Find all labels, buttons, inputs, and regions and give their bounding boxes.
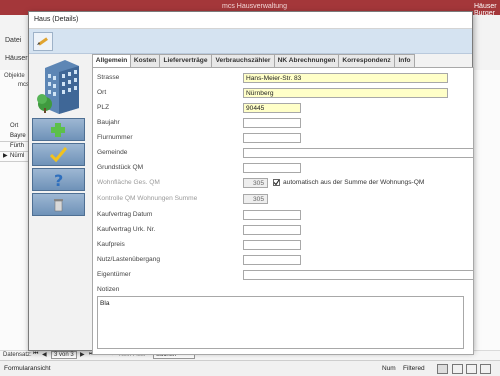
datasheet-view-icon[interactable] [452,364,463,374]
row-pointer-icon: ▶ [3,153,8,159]
label-kv-datum: Kaufvertrag Datum [97,211,153,218]
label-ort: Ort [97,89,107,96]
checkmark-icon [49,147,68,163]
label-baujahr: Baujahr [97,119,120,126]
dialog-toolbar [29,29,472,54]
checkmark-icon [273,179,280,186]
strasse-field[interactable]: Hans-Meier-Str. 83 [243,73,448,83]
nav-heading: Häuser [5,55,28,62]
gemeinde-field[interactable] [243,148,474,158]
status-num: Num [382,365,396,372]
ribbon-tab-file[interactable]: Datei [5,37,21,44]
tab-kosten[interactable]: Kosten [130,54,160,67]
design-view-icon[interactable] [480,364,491,374]
plz-field[interactable]: 90445 [243,103,301,113]
right-pane [470,70,500,350]
label-grundstueck: Grundstück QM [97,164,144,171]
tab-panel-allgemein: Strasse Hans-Meier-Str. 83 Ort Nürnberg … [92,67,474,355]
flurnummer-field[interactable] [243,133,301,143]
record-position[interactable]: 3 von 3 [51,351,77,359]
status-bar: Formularansicht Num Filtered [0,360,500,376]
ort-field[interactable]: Nürnberg [243,88,448,98]
layout-view-icon[interactable] [466,364,477,374]
eigentuemer-field[interactable] [243,270,474,280]
record-label: Datensatz: [3,352,32,358]
tab-nk-abrechnungen[interactable]: NK Abrechnungen [274,54,339,67]
label-flurnummer: Flurnummer [97,134,133,141]
dialog-title: Haus (Details) [34,16,79,23]
label-wohnflaeche: Wohnfläche Ges. QM [97,179,160,186]
label-kv-urk: Kaufvertrag Urk. Nr. [97,226,156,233]
baujahr-field[interactable] [243,118,301,128]
tab-verbrauchszaehler[interactable]: Verbrauchszähler [211,54,275,67]
prev-record-icon[interactable]: ◀ [42,351,47,358]
delete-button[interactable] [32,193,85,216]
house-details-dialog: Haus (Details) ? Allgemein Kosten Liefer… [28,11,474,355]
kv-datum-field[interactable] [243,210,301,220]
tab-korrespondenz[interactable]: Korrespondenz [338,54,395,67]
auto-sum-label: automatisch aus der Summe der Wohnungs-Q… [283,179,425,186]
kontrolle-field[interactable]: 305 [243,194,268,204]
navigation-pane: Objekte mcs Ort Bayre Fürth ▶ Nürnl [0,70,31,350]
kv-urk-field[interactable] [243,225,301,235]
confirm-button[interactable] [32,143,85,166]
nav-objects: Objekte [4,73,25,79]
tab-liefervertraege[interactable]: Lieferverträge [159,54,212,67]
label-kaufpreis: Kaufpreis [97,241,125,248]
tab-info[interactable]: Info [394,54,415,67]
label-notizen: Notizen [97,286,120,293]
house-building-icon [37,60,79,114]
label-gemeinde: Gemeinde [97,149,128,156]
add-record-button[interactable] [32,118,85,141]
nutz-field[interactable] [243,255,301,265]
form-view-icon[interactable] [437,364,448,374]
kaufpreis-field[interactable] [243,240,301,250]
pencil-icon [37,37,48,46]
dialog-title-bar[interactable]: Haus (Details) [29,12,472,29]
notizen-field[interactable]: Bla [97,296,464,349]
status-filtered: Filtered [403,365,425,372]
label-nutz: Nutz/Lastenübergang [97,256,161,263]
grundstueck-field[interactable] [243,163,301,173]
svg-text:?: ? [54,171,63,190]
column-header-ort: Ort [10,123,19,129]
question-mark-icon: ? [54,171,63,190]
trash-icon [54,199,63,212]
help-button[interactable]: ? [32,168,85,191]
tab-allgemein[interactable]: Allgemein [92,54,131,68]
app-title: mcs Hausverwaltung [222,3,287,10]
plus-icon [51,123,65,137]
label-strasse: Strasse [97,74,120,81]
auto-sum-checkbox[interactable] [273,179,280,186]
next-record-icon[interactable]: ▶ [80,351,85,358]
wohnflaeche-field[interactable]: 305 [243,178,268,188]
first-record-icon[interactable]: ⏮ [33,351,38,358]
list-item[interactable]: Fürth [0,142,30,152]
label-eigentuemer: Eigentümer [97,271,131,278]
status-view: Formularansicht [4,365,51,372]
list-item-selected[interactable]: ▶ Nürnl [0,152,30,162]
toolbar-edit-button[interactable] [33,32,53,51]
list-item[interactable]: Bayre [0,132,30,142]
label-plz: PLZ [97,104,110,111]
label-kontrolle: Kontrolle QM Wohnungen Summe [97,195,198,202]
